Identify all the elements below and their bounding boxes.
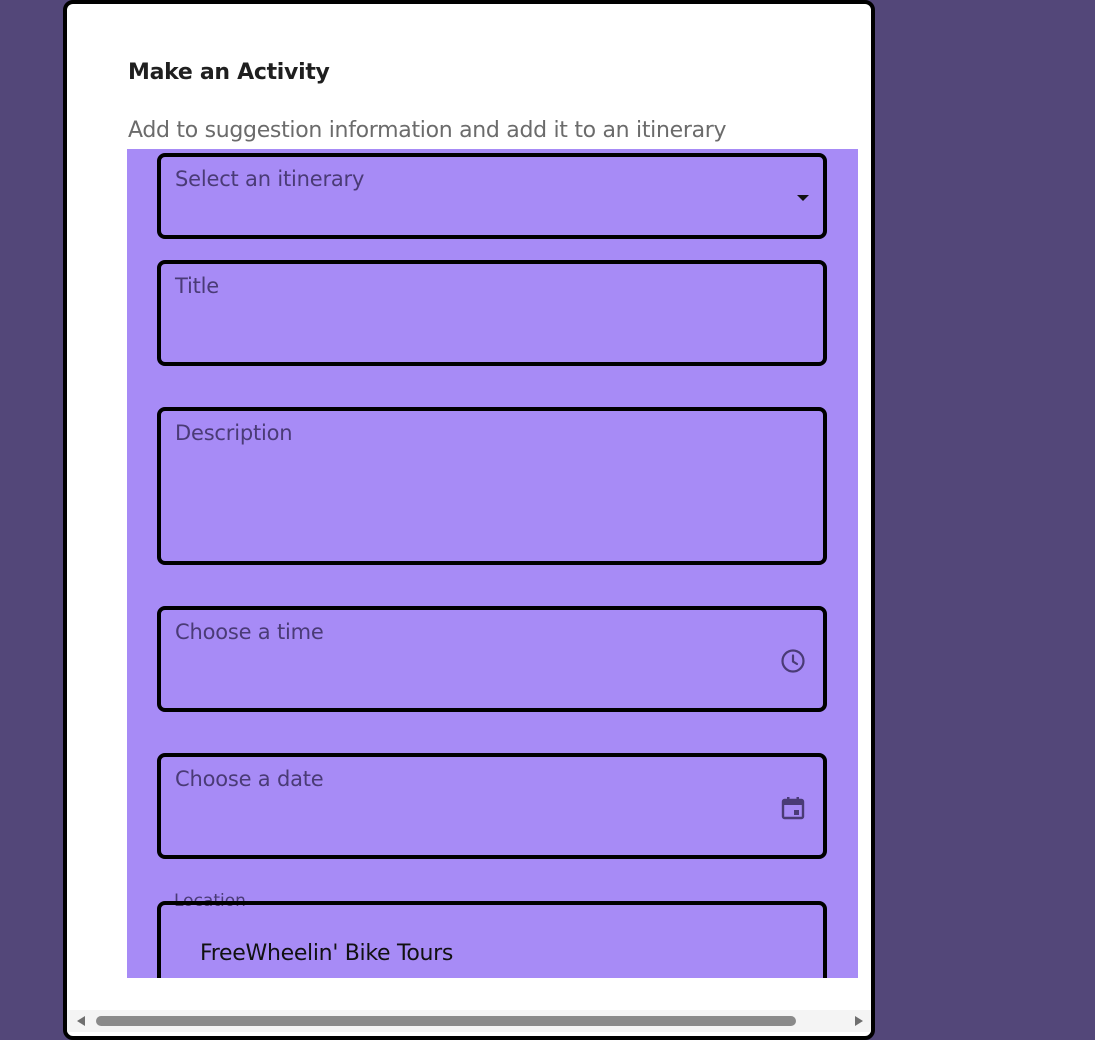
itinerary-select[interactable]: Select an itinerary bbox=[157, 153, 827, 239]
horizontal-scrollbar[interactable] bbox=[67, 1010, 871, 1032]
scroll-left-arrow-icon[interactable] bbox=[77, 1016, 85, 1026]
scrollbar-thumb[interactable] bbox=[96, 1016, 796, 1026]
time-input-label: Choose a time bbox=[175, 620, 324, 644]
title-input-label: Title bbox=[175, 274, 220, 298]
date-input-label: Choose a date bbox=[175, 767, 324, 791]
location-input-value: FreeWheelin' Bike Tours bbox=[200, 941, 454, 966]
dialog-title: Make an Activity bbox=[128, 60, 330, 85]
description-textarea[interactable]: Description bbox=[157, 407, 827, 565]
dialog-subtitle: Add to suggestion information and add it… bbox=[128, 118, 727, 143]
time-picker-input[interactable]: Choose a time bbox=[157, 606, 827, 712]
activity-form: Select an itinerary Title Description Ch… bbox=[127, 149, 858, 978]
activity-dialog: Make an Activity Add to suggestion infor… bbox=[63, 0, 875, 1040]
dropdown-arrow-icon[interactable] bbox=[797, 195, 809, 201]
location-input[interactable]: FreeWheelin' Bike Tours bbox=[157, 901, 827, 978]
title-input[interactable]: Title bbox=[157, 260, 827, 366]
clock-icon[interactable] bbox=[780, 648, 806, 674]
itinerary-select-placeholder: Select an itinerary bbox=[175, 167, 365, 191]
scroll-right-arrow-icon[interactable] bbox=[855, 1016, 863, 1026]
calendar-icon[interactable] bbox=[780, 795, 806, 821]
date-picker-input[interactable]: Choose a date bbox=[157, 753, 827, 859]
description-input-label: Description bbox=[175, 421, 293, 445]
